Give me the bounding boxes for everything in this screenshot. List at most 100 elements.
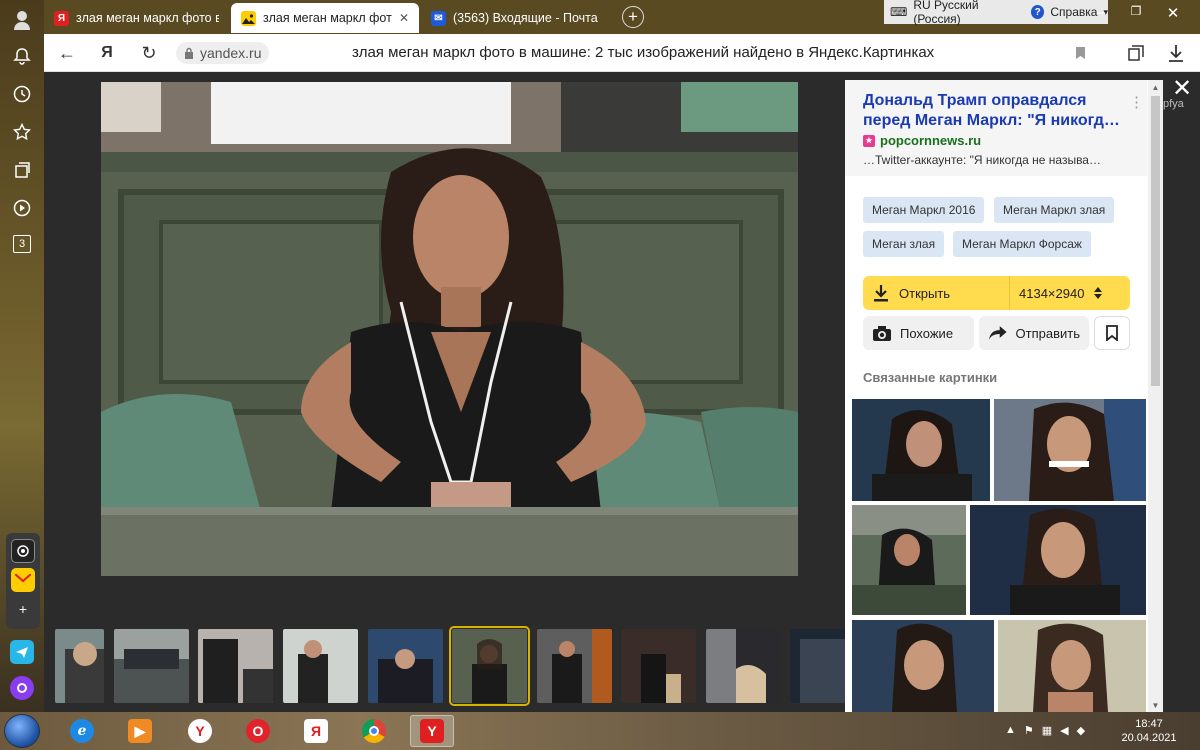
play-icon[interactable]: [10, 196, 34, 220]
scroll-down-icon[interactable]: ▼: [1148, 698, 1163, 712]
tab-yandex-images[interactable]: злая меган маркл фото ✕: [231, 3, 419, 33]
thumbnail[interactable]: [621, 629, 696, 703]
thumbnail[interactable]: [790, 629, 845, 703]
language-bar[interactable]: ⌨ RU Русский (Россия) ? Справка ▾: [884, 0, 1108, 26]
tag-chip[interactable]: Меган Маркл 2016: [863, 197, 985, 223]
thumbnail[interactable]: [55, 629, 104, 703]
tag-chip[interactable]: Меган Маркл Форсаж: [953, 231, 1091, 257]
bookmarks-star-icon[interactable]: [10, 120, 34, 144]
reload-icon[interactable]: ↻: [138, 42, 160, 64]
taskbar-ie-icon[interactable]: e: [60, 715, 104, 747]
thumbnail[interactable]: [537, 629, 612, 703]
tab-title: (3563) Входящие - Почта: [453, 11, 598, 25]
system-tray: ▲ ⚑ ▦ ◀ ◆: [1005, 724, 1085, 737]
thumbnail[interactable]: [198, 629, 273, 703]
background-page-text: рfya: [1163, 98, 1184, 110]
close-window-icon[interactable]: ✕: [1160, 4, 1186, 22]
scroll-thumb[interactable]: [1151, 96, 1160, 386]
taskbar-chrome-icon[interactable]: [352, 715, 396, 747]
similar-button[interactable]: Похожие: [863, 316, 974, 350]
tab-yandex-search[interactable]: Я злая меган маркл фото в: [44, 3, 229, 33]
tab-mail[interactable]: ✉ (3563) Входящие - Почта: [421, 3, 611, 33]
network-icon[interactable]: ▦: [1042, 724, 1052, 737]
send-app-icon[interactable]: [10, 640, 34, 664]
open-action[interactable]: Открыть: [873, 276, 950, 310]
alice-camera-icon[interactable]: [11, 539, 35, 563]
open-label: Открыть: [899, 285, 951, 301]
history-icon[interactable]: [10, 82, 34, 106]
panel-scrollbar[interactable]: ▲ ▼: [1148, 80, 1163, 712]
camera-icon: [873, 325, 891, 341]
tag-chip[interactable]: Меган Маркл злая: [994, 197, 1115, 223]
source-site[interactable]: ★ popcornnews.ru: [863, 133, 981, 148]
taskbar-clock[interactable]: 18:47 20.04.2021: [1120, 717, 1178, 745]
source-domain: popcornnews.ru: [880, 133, 982, 148]
related-image[interactable]: [852, 399, 990, 501]
language-label: RU Русский (Россия): [913, 0, 979, 26]
lock-icon: [185, 47, 193, 59]
new-tab-button[interactable]: +: [622, 6, 644, 28]
divider: [1009, 276, 1010, 310]
taskbar-yandex-browser-icon[interactable]: Y: [178, 715, 222, 747]
related-image[interactable]: [994, 399, 1146, 501]
source-snippet: …Twitter-аккаунте: "Я никогда не называ…: [863, 153, 1101, 167]
flag-icon[interactable]: ⚑: [1024, 724, 1034, 737]
bookmark-icon: [1106, 325, 1118, 341]
related-image[interactable]: [852, 505, 966, 615]
related-image[interactable]: [970, 505, 1146, 615]
scroll-up-icon[interactable]: ▲: [1148, 80, 1163, 94]
save-bookmark-button[interactable]: [1094, 316, 1130, 350]
date: 20.04.2021: [1121, 732, 1177, 744]
open-button[interactable]: Открыть 4134×2940: [863, 276, 1130, 310]
thumbnail[interactable]: [114, 629, 189, 703]
download-icon: [874, 285, 888, 302]
profile-icon[interactable]: [10, 8, 34, 32]
minimize-icon[interactable]: –: [1088, 4, 1114, 21]
taskbar-yandex-icon[interactable]: Я: [294, 715, 338, 747]
restore-icon[interactable]: ❐: [1123, 4, 1149, 18]
thumbnail[interactable]: [368, 629, 443, 703]
related-image[interactable]: [852, 620, 994, 712]
thumbnail[interactable]: [706, 629, 781, 703]
share-arrow-icon: [988, 326, 1007, 340]
yandex-favicon-icon: Я: [54, 10, 69, 26]
mail-app-icon[interactable]: [11, 568, 35, 592]
tab-title: злая меган маркл фото: [263, 11, 392, 25]
more-vertical-icon[interactable]: ⋮: [1129, 93, 1144, 111]
add-app-icon[interactable]: +: [11, 597, 35, 621]
tag-chip[interactable]: Меган злая: [863, 231, 945, 257]
tabs-count-badge[interactable]: 3: [13, 235, 31, 253]
related-image[interactable]: [998, 620, 1146, 712]
back-arrow-icon[interactable]: ←: [56, 42, 78, 64]
alice-assistant-icon[interactable]: [10, 676, 34, 700]
thumbnail[interactable]: [283, 629, 358, 703]
bookmark-icon[interactable]: [1069, 42, 1091, 64]
collections-icon[interactable]: [10, 158, 34, 182]
sort-arrows-icon: [1094, 287, 1103, 299]
close-tab-icon[interactable]: ✕: [399, 11, 409, 25]
volume-icon[interactable]: ◀: [1060, 724, 1068, 737]
download-icon[interactable]: [1165, 42, 1187, 64]
taskbar-media-player-icon[interactable]: ▶: [118, 715, 162, 747]
start-button[interactable]: [4, 714, 40, 748]
main-photo[interactable]: [101, 82, 798, 576]
security-icon[interactable]: ◆: [1077, 724, 1085, 737]
help-icon: ?: [1030, 5, 1045, 19]
yandex-logo-icon[interactable]: Я: [96, 42, 118, 64]
notifications-icon[interactable]: [10, 44, 34, 68]
url-field[interactable]: yandex.ru: [176, 42, 270, 64]
share-label: Отправить: [1015, 325, 1080, 341]
share-button[interactable]: Отправить: [979, 316, 1089, 350]
taskbar-yandex-browser-active-icon[interactable]: Y: [410, 715, 454, 747]
thumbnail-selected[interactable]: [449, 626, 530, 706]
taskbar-opera-icon[interactable]: O: [236, 715, 280, 747]
size-label: 4134×2940: [1019, 285, 1085, 301]
tray-arrow-icon[interactable]: ▲: [1005, 724, 1016, 737]
collections-toolbar-icon[interactable]: [1125, 42, 1147, 64]
source-headline[interactable]: Дональд Трамп оправдался перед Меган Мар…: [863, 91, 1128, 131]
images-favicon-icon: [241, 10, 256, 26]
source-card[interactable]: Дональд Трамп оправдался перед Меган Мар…: [845, 80, 1147, 176]
thumbnail-strip: [55, 626, 845, 706]
size-select[interactable]: 4134×2940: [1019, 276, 1103, 310]
tab-title: злая меган маркл фото в: [76, 11, 219, 25]
